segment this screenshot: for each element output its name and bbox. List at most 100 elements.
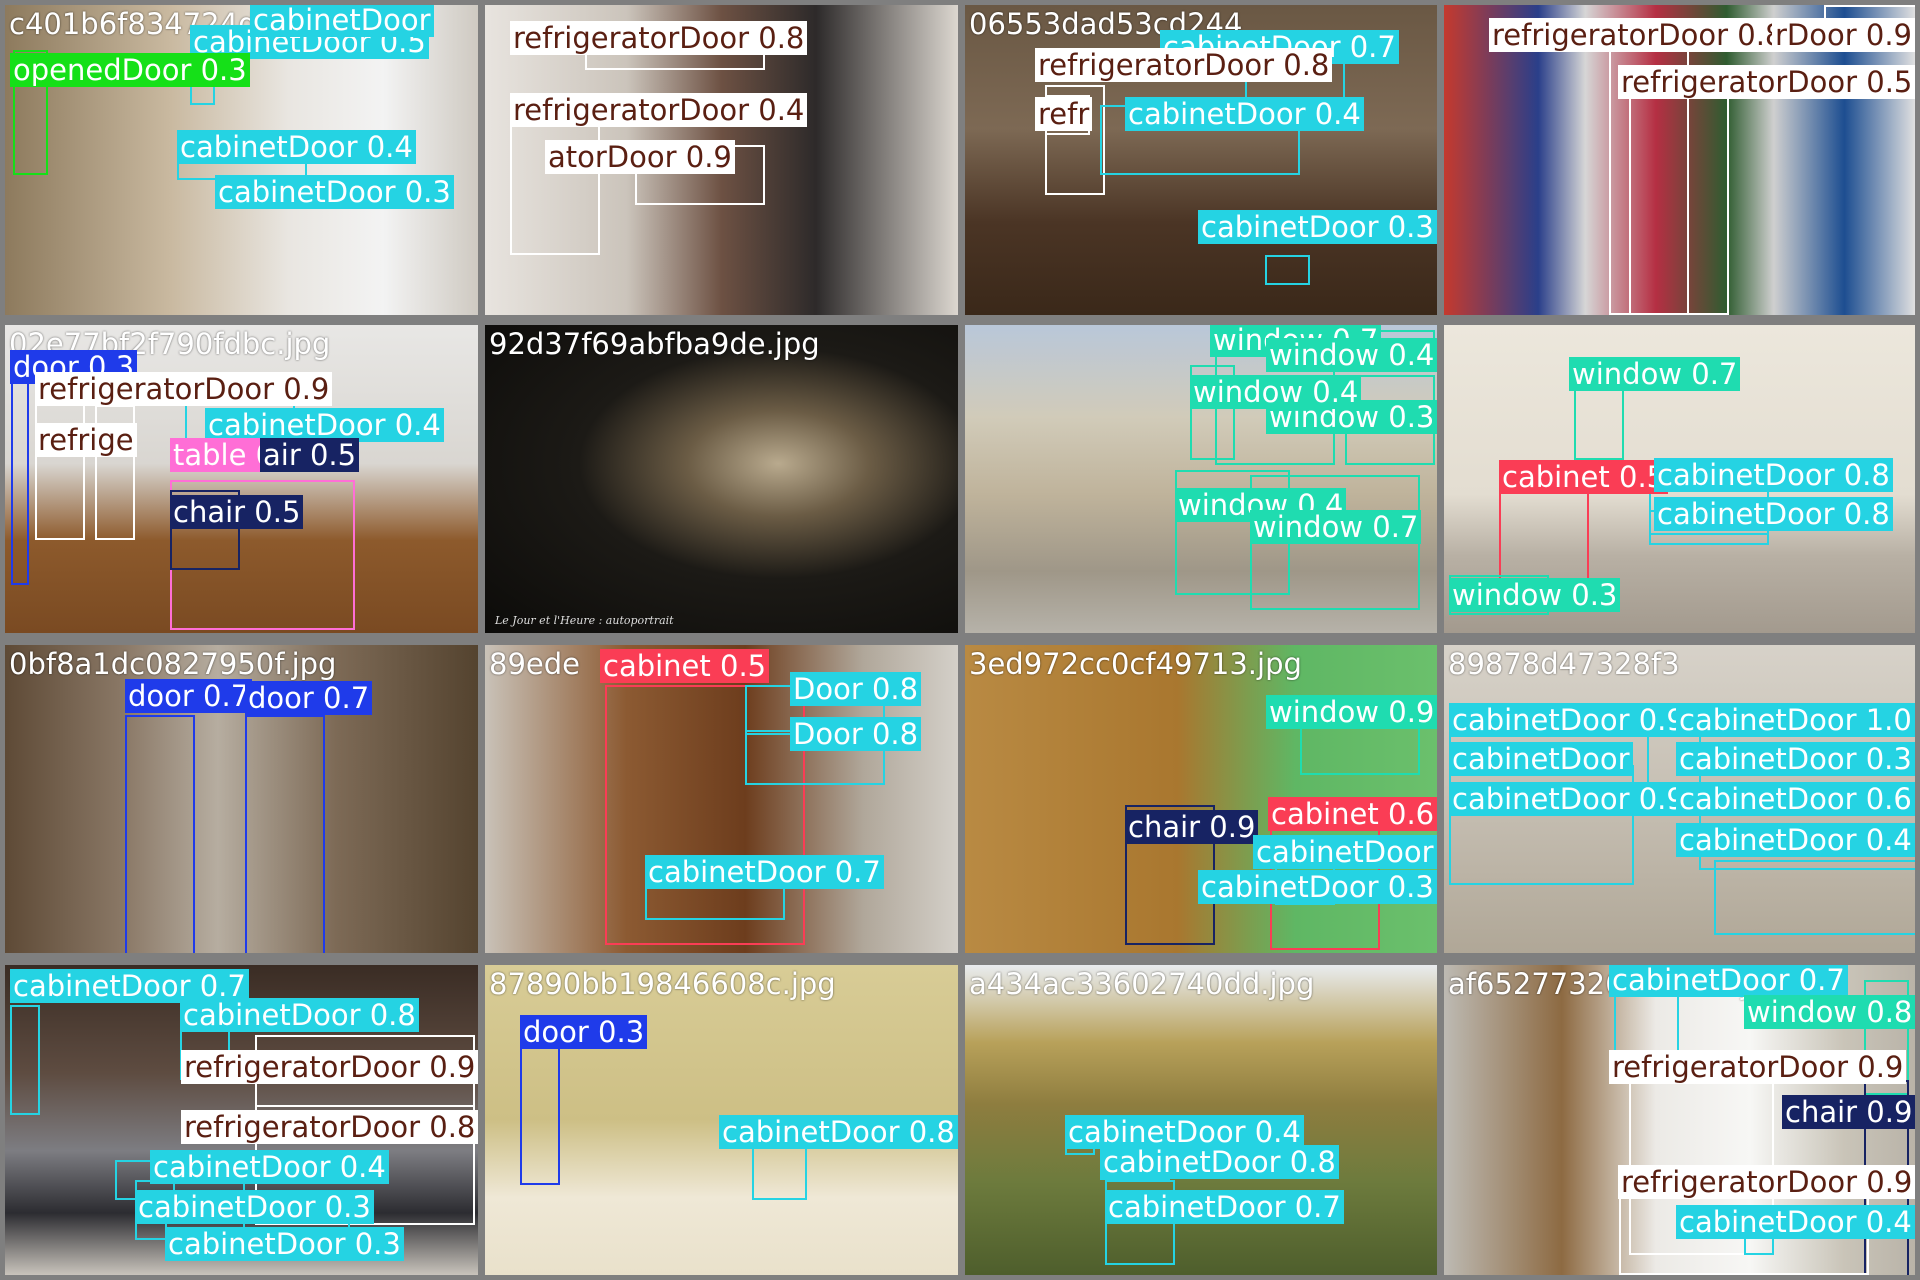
- image-tile: 02e77bf2f790fdbc.jpg door 0.3 refrigerator…: [5, 325, 478, 633]
- detection-label: cabinetDoor 0.4: [1065, 1115, 1304, 1149]
- detection-label: atorDoor 0.9: [545, 140, 735, 174]
- detection-label: cabinetDoor 0.3: [1676, 742, 1915, 776]
- detection-label: cabinetDoor 0.4: [177, 130, 416, 164]
- image-filename: 87890bb19846608c.jpg: [489, 967, 836, 1001]
- image-filename: a434ac33602740dd.jpg: [969, 967, 1315, 1001]
- image-tile: window 0.7 cabinet 0.5 cabinetDoor 0.8 cabi…: [1444, 325, 1915, 633]
- detection-label: cabinetDoor 0.4: [1676, 1205, 1915, 1239]
- detection-label: refrige: [35, 423, 137, 457]
- image-tile: 89ede cabinet 0.5 Door 0.8 Door 0.8 cabinetD…: [485, 645, 958, 953]
- image-tile: c401b6f834724d cabinetDoor 0.5 cabinetDoor…: [5, 5, 478, 315]
- detection-label: refrigeratorDoor 0.8: [1035, 48, 1333, 82]
- bbox-refrigeratorDoor: [35, 385, 85, 540]
- detection-label: cabinetDoor 1.0: [1676, 703, 1915, 737]
- bbox-refrigeratorDoor: [1629, 80, 1729, 315]
- detection-label: cabinet 0.6: [1268, 797, 1437, 831]
- detection-label: door 0.3: [520, 1015, 648, 1049]
- detection-label: openedDoor 0.3: [10, 53, 250, 87]
- detection-label: window 0.8: [1744, 995, 1915, 1029]
- detection-label: cabinetDoor 0.7: [645, 855, 884, 889]
- detection-label: cabinetDoor 0.4: [1676, 823, 1915, 857]
- detection-label: refrigeratorDoor 0.8: [510, 21, 808, 55]
- bbox-cabinetDoor: [752, 1140, 807, 1200]
- image-tile: 06553dad53cd244 cabinetDoor 0.7 refrigerat…: [965, 5, 1437, 315]
- detection-label: door 0.7: [125, 679, 253, 713]
- bbox-cabinetDoor: [10, 1005, 40, 1115]
- bbox-door: [11, 365, 29, 585]
- image-tile: af652773266eaea9.jpgcabinetDoor 0.7windo…: [1444, 965, 1915, 1275]
- image-filename: 89878d47328f3: [1448, 647, 1680, 681]
- image-tile: 0bf8a1dc0827950f.jpg door 0.7 door 0.7: [5, 645, 478, 953]
- image-tile: 3ed972cc0cf49713.jpg window 0.9 cabinet 0.…: [965, 645, 1437, 953]
- bbox-door: [125, 715, 195, 953]
- image-caption: Le Jour et l'Heure : autoportrait: [495, 614, 674, 627]
- detection-label: window 0.3: [1449, 578, 1621, 612]
- image-filename: 3ed972cc0cf49713.jpg: [969, 647, 1302, 681]
- bbox-cabinetDoor: [1714, 860, 1915, 935]
- detection-label: chair 0.9: [1782, 1095, 1915, 1129]
- detection-label: door 0.7: [245, 681, 373, 715]
- bbox-window: [1300, 725, 1420, 775]
- detection-label: cabinetDoor 0.3: [215, 175, 454, 209]
- detection-label: cabinetDoor 0.3: [165, 1227, 404, 1261]
- detection-label: cabinetDoor 0.3: [1198, 870, 1437, 904]
- bbox-cabinetDoor: [1614, 990, 1679, 1055]
- detection-label: cabinetDoor 0.3: [135, 1190, 374, 1224]
- detection-label: refrigeratorDoor 0.8: [181, 1110, 478, 1144]
- bbox-door: [520, 1035, 560, 1185]
- bbox-door: [245, 715, 325, 953]
- image-tile: window 0.7window 0.4window 0.3window 0.4…: [965, 325, 1437, 633]
- detection-label: refr: [1035, 97, 1093, 131]
- detection-label: window 0.7: [1250, 510, 1422, 544]
- detection-label: cabinetDoor 0.3: [1198, 210, 1437, 244]
- detection-label: Door 0.8: [790, 672, 922, 706]
- detection-label: refrigeratorDoor 0.9: [35, 372, 333, 406]
- detection-label: cabinetDoor 0.4: [205, 408, 444, 442]
- detection-label: window 0.7: [1569, 357, 1741, 391]
- image-filename: 89ede: [489, 647, 580, 681]
- image-tile: refrigeratorDoor 0.8 rDoor 0.9 refrigerato…: [1444, 5, 1915, 315]
- detection-label: cabinetDoor 0.8: [719, 1115, 958, 1149]
- image-tile: refrigeratorDoor 0.8 refrigeratorDoor 0.4…: [485, 5, 958, 315]
- detection-label: cabinetDoor 0.4: [1125, 97, 1364, 131]
- detection-label: refrigeratorDoor 0.5: [1618, 65, 1915, 99]
- image-filename: 0bf8a1dc0827950f.jpg: [9, 647, 337, 681]
- image-tile: 92d37f69abfba9de.jpg Le Jour et l'Heure :…: [485, 325, 958, 633]
- detection-label: refrigeratorDoor 0.9: [1618, 1165, 1915, 1199]
- detection-label: cabinetDoor 0.8: [1654, 497, 1893, 531]
- detection-label: refrigeratorDoor 0.9: [181, 1050, 478, 1084]
- detection-label: window 0.9: [1266, 695, 1437, 729]
- image-tile: 0cabinetDoor 0.7cabinetDoor 0.8refrigera…: [5, 965, 478, 1275]
- detection-label: cabinet 0.5: [1499, 460, 1669, 494]
- bbox-refrigeratorDoor: [510, 105, 600, 255]
- detection-label: cabinetDoor: [1253, 835, 1437, 869]
- detection-label: cabinetDoor 0.9: [1449, 703, 1688, 737]
- detection-label: cabinetDoor 0.8: [180, 998, 419, 1032]
- detection-label: cabinetDoor: [1449, 742, 1633, 776]
- detection-label: air 0.5: [260, 438, 360, 472]
- detection-label: cabinetDoor 0.9: [1449, 782, 1688, 816]
- detection-label: window 0.4: [1266, 338, 1437, 372]
- detection-label: cabinetDoor 0.8: [1654, 458, 1893, 492]
- detection-label: Door 0.8: [790, 717, 922, 751]
- image-tile: 89878d47328f3 cabinetDoor 0.9 cabinetDoor …: [1444, 645, 1915, 953]
- bbox-cabinetDoor: [1265, 255, 1310, 285]
- scene-photo: [485, 325, 958, 633]
- detection-label: cabinetDoor 0.7: [1609, 965, 1848, 997]
- detection-grid: c401b6f834724d cabinetDoor 0.5 cabinetDoor…: [0, 0, 1920, 1280]
- image-filename: 92d37f69abfba9de.jpg: [489, 327, 820, 361]
- detection-label: rDoor 0.9: [1772, 18, 1915, 52]
- detection-label: cabinetDoor 0.7: [1105, 1190, 1344, 1224]
- detection-label: cabinet 0.5: [600, 649, 770, 683]
- detection-label: refrigeratorDoor 0.8: [1489, 18, 1787, 52]
- detection-label: window 0.4: [1190, 375, 1362, 409]
- image-tile: a434ac33602740dd.jpg cabinetDoor 0.4 cabin…: [965, 965, 1437, 1275]
- image-tile: 87890bb19846608c.jpg door 0.3 cabinetDoor …: [485, 965, 958, 1275]
- detection-label: cabinetDoor: [250, 5, 434, 37]
- detection-label: cabinetDoor 0.6: [1676, 782, 1915, 816]
- detection-label: chair 0.5: [170, 495, 304, 529]
- detection-label: chair 0.9: [1125, 810, 1259, 844]
- detection-label: refrigeratorDoor 0.4: [510, 93, 808, 127]
- detection-label: cabinetDoor 0.8: [1100, 1145, 1339, 1179]
- detection-label: refrigeratorDoor 0.9: [1609, 1050, 1907, 1084]
